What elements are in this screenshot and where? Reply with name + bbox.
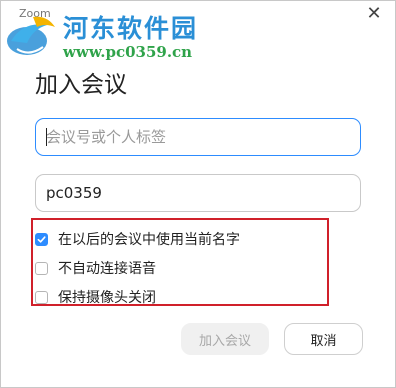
video-off-option[interactable]: 保持摄像头关闭 [35,287,156,307]
no-audio-option[interactable]: 不自动连接语音 [35,258,156,278]
no-audio-checkbox[interactable] [35,261,48,275]
join-meeting-window: Zoom ✕ 河东软件园 www.pc0359.cn 加入会议 在以后的会议中使… [0,0,396,388]
app-name: Zoom [19,7,51,20]
checkmark-icon [37,235,46,243]
no-audio-label: 不自动连接语音 [58,261,156,277]
remember-name-checkbox[interactable] [35,232,48,246]
video-off-label: 保持摄像头关闭 [58,290,156,306]
cancel-button[interactable]: 取消 [284,323,363,355]
text-caret [46,128,47,146]
watermark-url: www.pc0359.cn [63,43,193,61]
join-button[interactable]: 加入会议 [181,323,269,355]
remember-name-label: 在以后的会议中使用当前名字 [58,232,240,248]
close-button[interactable]: ✕ [363,3,385,25]
page-title: 加入会议 [35,72,127,98]
display-name-input[interactable] [35,174,361,212]
meeting-id-input[interactable] [35,118,361,156]
title-bar: Zoom ✕ [1,1,395,27]
video-off-checkbox[interactable] [35,290,48,304]
remember-name-option[interactable]: 在以后的会议中使用当前名字 [35,229,240,249]
close-icon: ✕ [366,3,382,24]
